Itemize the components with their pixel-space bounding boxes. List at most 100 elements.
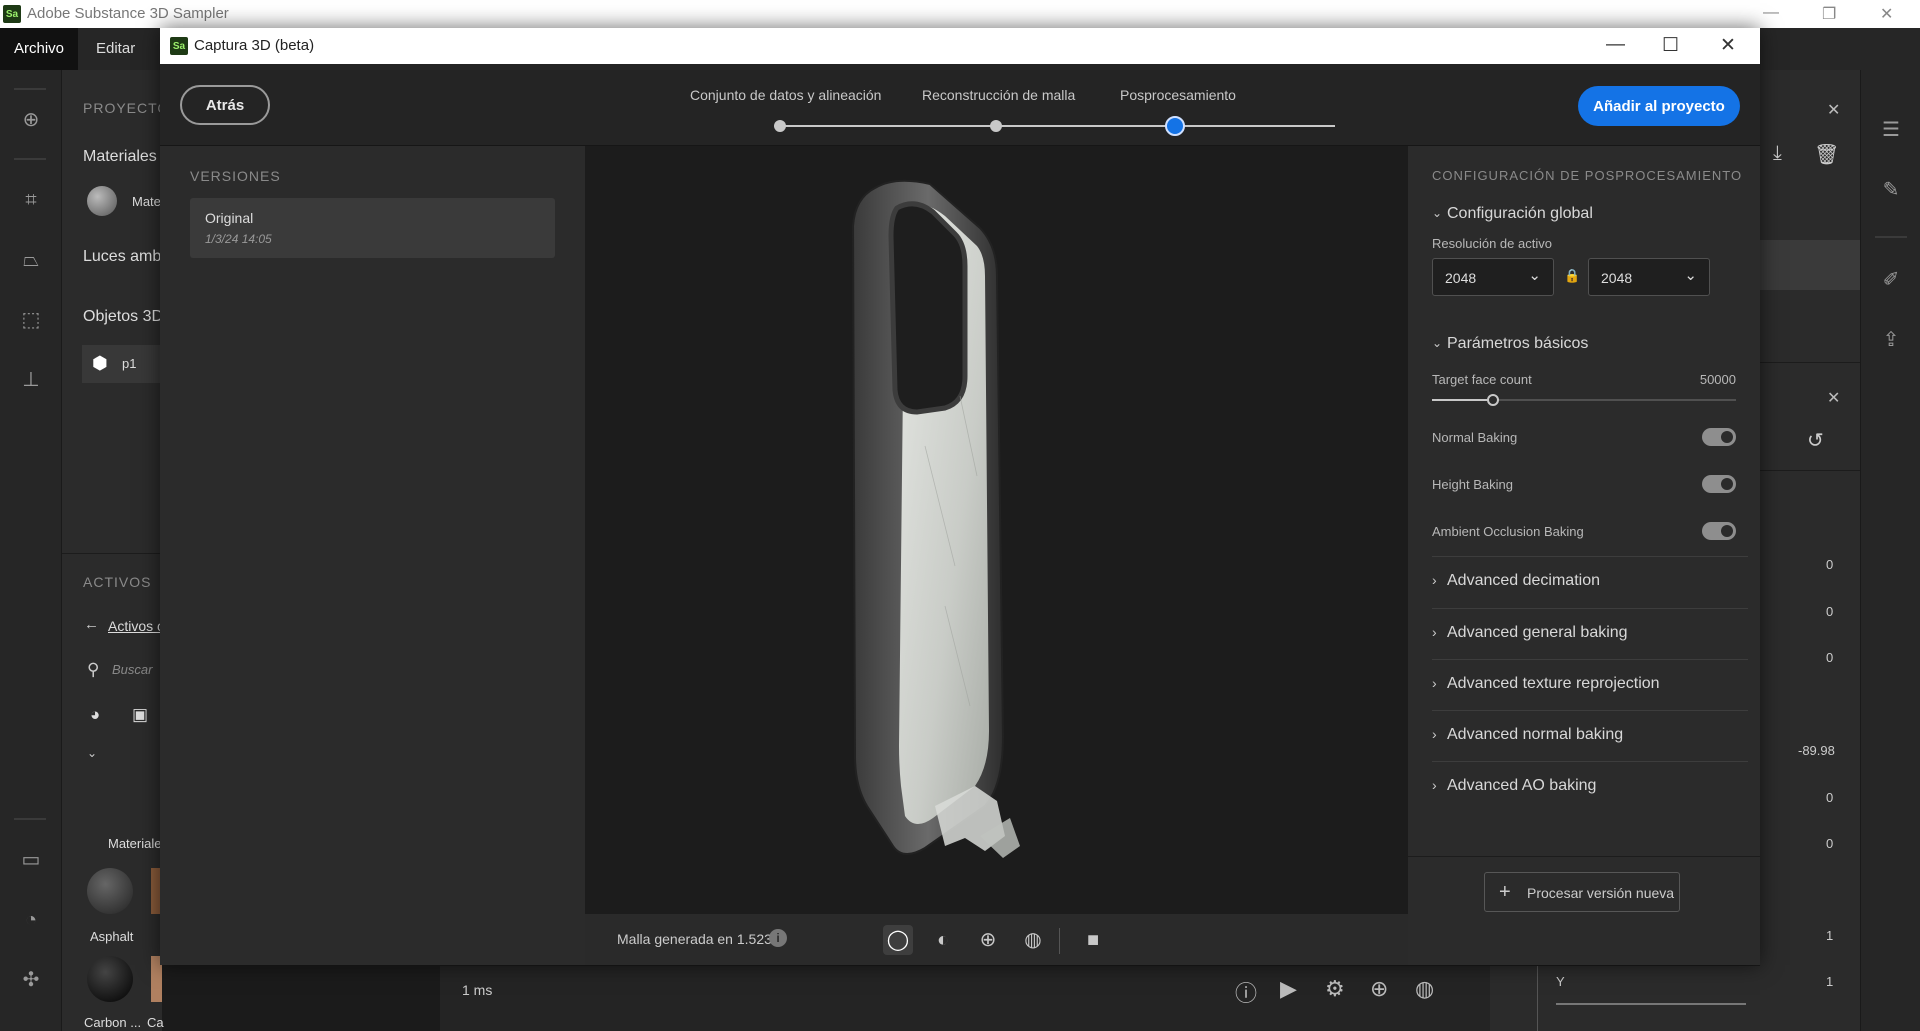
step-3-dot-current[interactable] — [1165, 116, 1185, 136]
advanced-decimation-heading[interactable]: Advanced decimation — [1447, 572, 1600, 590]
chevron-down-icon[interactable]: ⌄ — [87, 746, 97, 760]
chevron-right-icon[interactable]: › — [1432, 777, 1437, 793]
step-1-dot[interactable] — [774, 120, 786, 132]
target-face-value[interactable]: 50000 — [1672, 372, 1736, 387]
export-icon[interactable]: ⤓ — [1773, 142, 1782, 165]
postprocess-settings-panel: CONFIGURACIÓN DE POSPROCESAMIENTO ⌄ Conf… — [1408, 146, 1760, 965]
value-field[interactable]: 0 — [1826, 557, 1833, 572]
wireframe-view-icon[interactable]: ⊕ — [973, 925, 1003, 955]
chevron-right-icon[interactable]: › — [1432, 726, 1437, 742]
step-2-dot[interactable] — [990, 120, 1002, 132]
camera-icon[interactable]: ▶ — [1280, 976, 1297, 1002]
value-field[interactable]: 0 — [1826, 790, 1833, 805]
value-field[interactable]: 0 — [1826, 836, 1833, 851]
layer-row[interactable] — [1760, 240, 1860, 290]
slider-knob[interactable] — [1486, 394, 1499, 406]
info-icon[interactable]: ⓘ — [1235, 976, 1257, 1008]
menu-archivo[interactable]: Archivo — [0, 28, 79, 70]
assets-link[interactable]: Activos c — [108, 618, 164, 634]
lighting-icon[interactable]: ⚙ — [1325, 976, 1345, 1002]
material-view-icon[interactable]: ◐ — [928, 925, 958, 955]
left-toolbar: ⊕ ⌗ ⏢ ⬚ ⊥ ▭ ◔ ✣ — [0, 70, 62, 1031]
add-circle-icon[interactable]: ⊕ — [17, 106, 45, 134]
resolution-height-dropdown[interactable]: 2048 ⌄ — [1588, 258, 1710, 296]
step-1-label[interactable]: Conjunto de datos y alineación — [690, 87, 881, 103]
menu-editar[interactable]: Editar — [82, 28, 149, 70]
transform-icon[interactable]: ⬚ — [17, 306, 45, 334]
material-item-label[interactable]: Mate — [132, 194, 161, 209]
app-title: Adobe Substance 3D Sampler — [27, 5, 229, 22]
minimize-icon[interactable]: — — [1763, 4, 1779, 22]
trash-icon[interactable]: 🗑 — [1814, 142, 1839, 167]
image-filter-icon[interactable]: ▣ — [132, 705, 148, 725]
target-face-slider[interactable] — [1432, 394, 1736, 406]
lock-icon[interactable]: 🔒 — [1564, 268, 1580, 284]
sphere-icon[interactable]: ◍ — [1415, 976, 1434, 1002]
version-item[interactable]: Original 1/3/24 14:05 — [190, 198, 555, 258]
slider-fill — [1432, 399, 1493, 401]
close-icon[interactable]: ✕ — [1720, 34, 1736, 57]
y-axis-label: Y — [1556, 974, 1565, 989]
value-field[interactable]: 1 — [1826, 928, 1833, 943]
chevron-down-icon[interactable]: ⌄ — [1432, 206, 1442, 220]
back-button[interactable]: Atrás — [180, 85, 270, 125]
normal-baking-toggle[interactable] — [1702, 428, 1736, 446]
chevron-right-icon[interactable]: › — [1432, 675, 1437, 691]
display-settings-icon[interactable]: ▭ — [17, 846, 45, 874]
phone-case-model[interactable] — [585, 146, 1408, 914]
basic-params-heading[interactable]: Parámetros básicos — [1447, 335, 1588, 353]
share-icon[interactable]: ⇪ — [1877, 326, 1905, 354]
3d-viewport[interactable] — [585, 146, 1408, 965]
value-field[interactable]: 1 — [1826, 974, 1833, 989]
minimize-icon[interactable]: — — [1606, 34, 1625, 56]
ruler-icon[interactable]: ✎ — [1877, 176, 1905, 204]
value-field[interactable]: 0 — [1826, 604, 1833, 619]
advanced-normal-baking-heading[interactable]: Advanced normal baking — [1447, 726, 1623, 744]
value-field[interactable]: 0 — [1826, 650, 1833, 665]
y-slider[interactable] — [1556, 1003, 1746, 1005]
material-thumbnail[interactable] — [87, 186, 117, 216]
add-to-project-button[interactable]: Añadir al proyecto — [1578, 86, 1740, 126]
ao-baking-toggle[interactable] — [1702, 522, 1736, 540]
close-icon[interactable]: ✕ — [1827, 100, 1840, 120]
material-filter-icon[interactable]: ◕ — [90, 705, 100, 725]
advanced-texture-reprojection-heading[interactable]: Advanced texture reprojection — [1447, 675, 1660, 693]
grid-icon[interactable]: ⊕ — [1370, 976, 1388, 1002]
camera-icon[interactable]: ■ — [1078, 925, 1108, 955]
maximize-icon[interactable]: ☐ — [1662, 34, 1679, 57]
advanced-general-baking-heading[interactable]: Advanced general baking — [1447, 624, 1628, 642]
environment-icon[interactable]: ◔ — [17, 906, 45, 934]
stamp-icon[interactable]: ⊥ — [17, 366, 45, 394]
search-input[interactable]: Buscar — [112, 662, 152, 677]
chevron-right-icon[interactable]: › — [1432, 624, 1437, 640]
step-2-label[interactable]: Reconstrucción de malla — [922, 87, 1075, 103]
capture-3d-dialog: Sa Captura 3D (beta) — ☐ ✕ Atrás Conjunt… — [160, 28, 1760, 965]
perspective-icon[interactable]: ⏢ — [17, 246, 45, 274]
advanced-ao-baking-heading[interactable]: Advanced AO baking — [1447, 777, 1596, 795]
close-icon[interactable]: ✕ — [1827, 388, 1840, 408]
asset-thumb-carbon[interactable] — [87, 956, 133, 1002]
step-3-label[interactable]: Posprocesamiento — [1120, 87, 1236, 103]
global-section-heading[interactable]: Configuración global — [1447, 205, 1593, 223]
solid-view-icon[interactable]: ◯ — [883, 925, 913, 955]
info-icon[interactable]: i — [769, 929, 787, 947]
texture-view-icon[interactable]: ◍ — [1018, 925, 1048, 955]
height-baking-toggle[interactable] — [1702, 475, 1736, 493]
resolution-width-dropdown[interactable]: 2048 ⌄ — [1432, 258, 1554, 296]
plugins-icon[interactable]: ✣ — [17, 966, 45, 994]
settings-sliders-icon[interactable]: ☰ — [1877, 116, 1905, 144]
crop-icon[interactable]: ⌗ — [17, 186, 45, 214]
reset-icon[interactable]: ↺ — [1807, 428, 1824, 453]
asset-thumb-asphalt[interactable] — [87, 868, 133, 914]
object-item[interactable]: ⬢ p1 — [82, 345, 162, 383]
search-icon[interactable]: ⚲ — [87, 660, 99, 680]
value-field[interactable]: -89.98 — [1798, 743, 1835, 758]
chevron-right-icon[interactable]: › — [1432, 572, 1437, 588]
back-arrow-icon[interactable]: ← — [84, 616, 99, 633]
edit-doc-icon[interactable]: ✐ — [1877, 266, 1905, 294]
chevron-down-icon[interactable]: ⌄ — [1432, 336, 1442, 350]
restore-icon[interactable]: ❐ — [1822, 4, 1836, 24]
close-icon[interactable]: ✕ — [1880, 4, 1893, 24]
process-new-version-button[interactable]: + Procesar versión nueva — [1484, 872, 1680, 912]
versions-panel: VERSIONES Original 1/3/24 14:05 — [160, 146, 585, 965]
